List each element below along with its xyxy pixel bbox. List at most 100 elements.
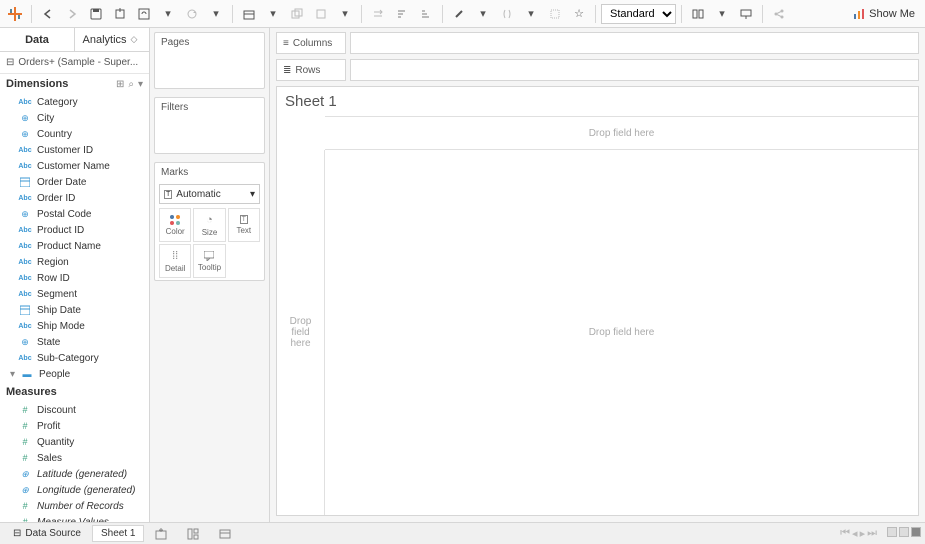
- view-mode-1[interactable]: [887, 527, 897, 537]
- nav-last[interactable]: ⏭: [867, 527, 877, 540]
- view-mode-3[interactable]: [911, 527, 921, 537]
- pin-icon: ◇: [127, 34, 142, 45]
- dropdown-2[interactable]: ▾: [262, 3, 284, 25]
- field-category[interactable]: AbcCategory: [0, 94, 149, 110]
- menu-icon[interactable]: ▾: [138, 79, 143, 90]
- marks-card: Marks TAutomatic▾ Color ◔Size TText ⁞⁞De…: [154, 162, 265, 281]
- field-city[interactable]: ⊕City: [0, 110, 149, 126]
- field-country[interactable]: ⊕Country: [0, 126, 149, 142]
- field-product-name[interactable]: AbcProduct Name: [0, 238, 149, 254]
- sheet-title[interactable]: Sheet 1: [277, 87, 918, 116]
- sheet-tab[interactable]: Sheet 1: [92, 525, 144, 542]
- separator: [232, 5, 233, 23]
- filters-shelf[interactable]: Filters: [154, 97, 265, 154]
- marks-color[interactable]: Color: [159, 208, 191, 242]
- field-order-id[interactable]: AbcOrder ID: [0, 190, 149, 206]
- datasource-row[interactable]: ⊟ Orders+ (Sample - Super...: [0, 52, 149, 74]
- labels-button[interactable]: ☆: [568, 3, 590, 25]
- tableau-logo[interactable]: [4, 3, 26, 25]
- view-icon[interactable]: ⊞: [116, 79, 124, 90]
- nav-next[interactable]: ▸: [860, 527, 866, 540]
- highlight-button[interactable]: [448, 3, 470, 25]
- separator: [361, 5, 362, 23]
- clear-button[interactable]: [310, 3, 332, 25]
- new-data-button[interactable]: [109, 3, 131, 25]
- fit-selector[interactable]: Standard: [601, 4, 676, 24]
- field-discount[interactable]: #Discount: [0, 402, 149, 418]
- field-people[interactable]: ▾▬People: [0, 366, 149, 382]
- auto-update-button[interactable]: [133, 3, 155, 25]
- field-profit[interactable]: #Profit: [0, 418, 149, 434]
- data-panel: Data Analytics◇ ⊟ Orders+ (Sample - Supe…: [0, 28, 150, 522]
- save-button[interactable]: [85, 3, 107, 25]
- field-sales[interactable]: #Sales: [0, 450, 149, 466]
- field-quantity[interactable]: #Quantity: [0, 434, 149, 450]
- separator: [681, 5, 682, 23]
- new-sheet-button[interactable]: [146, 525, 176, 543]
- run-button[interactable]: ▾: [157, 3, 179, 25]
- dimensions-header: Dimensions ⊞⌕▾: [0, 74, 149, 94]
- separator: [442, 5, 443, 23]
- field-customer-name[interactable]: AbcCustomer Name: [0, 158, 149, 174]
- view-mode-2[interactable]: [899, 527, 909, 537]
- datasource-tab[interactable]: ⊟Data Source: [4, 525, 90, 542]
- field-postal-code[interactable]: ⊕Postal Code: [0, 206, 149, 222]
- field-ship-date[interactable]: Ship Date: [0, 302, 149, 318]
- back-button[interactable]: [37, 3, 59, 25]
- rows-shelf[interactable]: [350, 59, 919, 81]
- drop-rows-hint[interactable]: Drop field here: [277, 150, 325, 515]
- field-latitude-generated-[interactable]: ⊕Latitude (generated): [0, 466, 149, 482]
- field-customer-id[interactable]: AbcCustomer ID: [0, 142, 149, 158]
- marks-size[interactable]: ◔Size: [193, 208, 225, 242]
- dropdown-3[interactable]: ▾: [334, 3, 356, 25]
- field-order-date[interactable]: Order Date: [0, 174, 149, 190]
- shelf-panel: Pages Filters Marks TAutomatic▾ Color ◔S…: [150, 28, 270, 522]
- field-longitude-generated-[interactable]: ⊕Longitude (generated): [0, 482, 149, 498]
- dropdown-1[interactable]: ▾: [205, 3, 227, 25]
- marks-detail[interactable]: ⁞⁞Detail: [159, 244, 191, 278]
- refresh-button[interactable]: [181, 3, 203, 25]
- duplicate-button[interactable]: [286, 3, 308, 25]
- new-dashboard-button[interactable]: [178, 525, 208, 543]
- field-number-of-records[interactable]: #Number of Records: [0, 498, 149, 514]
- field-state[interactable]: ⊕State: [0, 334, 149, 350]
- columns-shelf[interactable]: [350, 32, 919, 54]
- marks-type-selector[interactable]: TAutomatic▾: [159, 184, 260, 204]
- presentation-button[interactable]: [735, 3, 757, 25]
- new-worksheet-button[interactable]: [238, 3, 260, 25]
- marks-text[interactable]: TText: [228, 208, 260, 242]
- group-button[interactable]: [496, 3, 518, 25]
- nav-prev[interactable]: ◂: [852, 527, 858, 540]
- field-segment[interactable]: AbcSegment: [0, 286, 149, 302]
- sort-asc-button[interactable]: [391, 3, 413, 25]
- totals-button[interactable]: [544, 3, 566, 25]
- dropdown-4[interactable]: ▾: [472, 3, 494, 25]
- field-measure-values[interactable]: #Measure Values: [0, 514, 149, 522]
- field-sub-category[interactable]: AbcSub-Category: [0, 350, 149, 366]
- drop-main-hint[interactable]: Drop field here: [325, 150, 918, 515]
- search-icon[interactable]: ⌕: [128, 79, 134, 90]
- dropdown-5[interactable]: ▾: [520, 3, 542, 25]
- field-region[interactable]: AbcRegion: [0, 254, 149, 270]
- field-row-id[interactable]: AbcRow ID: [0, 270, 149, 286]
- share-button[interactable]: [768, 3, 790, 25]
- swap-button[interactable]: [367, 3, 389, 25]
- tab-analytics[interactable]: Analytics◇: [75, 28, 149, 51]
- tab-data[interactable]: Data: [0, 28, 75, 51]
- nav-first[interactable]: ⏮: [840, 527, 850, 540]
- show-me-button[interactable]: Show Me: [847, 8, 921, 20]
- field-ship-mode[interactable]: AbcShip Mode: [0, 318, 149, 334]
- sort-desc-button[interactable]: [415, 3, 437, 25]
- rows-label: ≣Rows: [276, 59, 346, 81]
- field-product-id[interactable]: AbcProduct ID: [0, 222, 149, 238]
- pages-shelf[interactable]: Pages: [154, 32, 265, 89]
- view-panel: ≡Columns ≣Rows Sheet 1 Drop field here D…: [270, 28, 925, 522]
- dropdown-6[interactable]: ▾: [711, 3, 733, 25]
- drop-columns-hint[interactable]: Drop field here: [325, 116, 918, 150]
- cards-button[interactable]: [687, 3, 709, 25]
- new-story-button[interactable]: [210, 525, 240, 543]
- marks-tooltip[interactable]: Tooltip: [193, 244, 225, 278]
- separator: [762, 5, 763, 23]
- forward-button[interactable]: [61, 3, 83, 25]
- separator: [31, 5, 32, 23]
